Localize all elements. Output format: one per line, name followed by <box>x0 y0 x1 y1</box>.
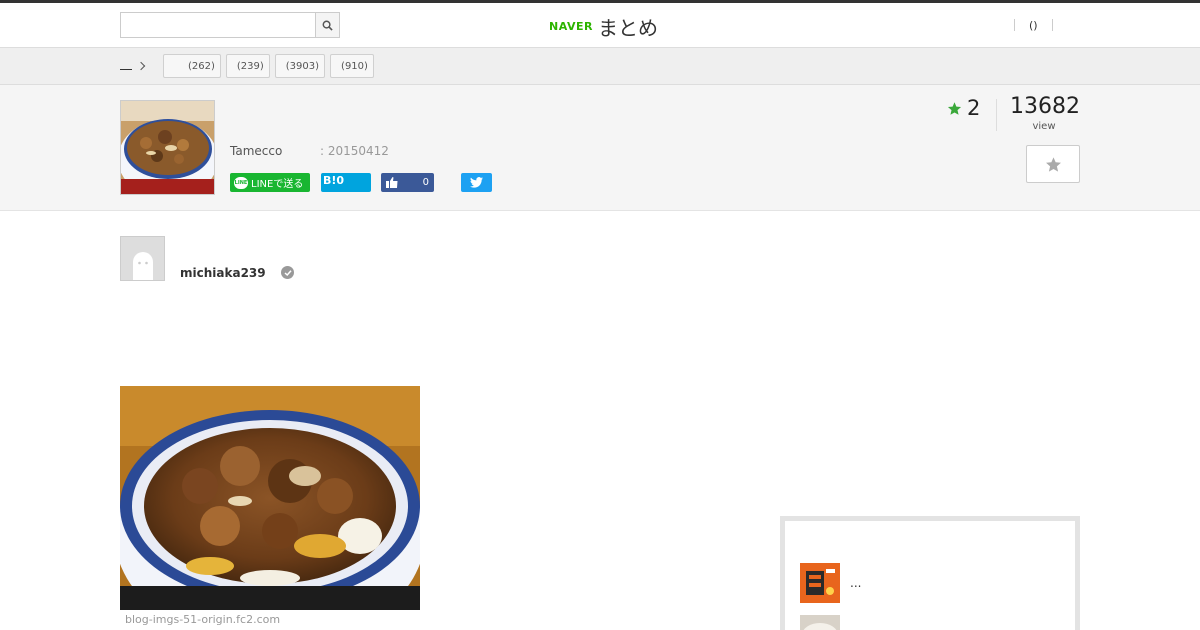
curator-name[interactable]: michiaka239 <box>180 266 266 280</box>
star-icon <box>947 101 962 115</box>
tag-list: (262) (239) (3903) (910) <box>163 54 374 78</box>
verified-icon <box>281 266 294 279</box>
tag-item[interactable]: (262) <box>163 54 221 78</box>
twitter-share-button[interactable] <box>461 173 492 192</box>
facebook-like-button[interactable]: 0 <box>381 173 434 192</box>
star-icon <box>1045 156 1061 172</box>
default-avatar-icon <box>132 252 153 280</box>
search-button[interactable] <box>315 12 340 38</box>
related-item-thumbnail <box>800 563 840 603</box>
hatena-count: 0 <box>336 174 345 187</box>
related-item[interactable]: ... <box>800 563 1060 603</box>
view-count: 13682 <box>1010 94 1080 119</box>
line-share-button[interactable]: LINE LINEで送る <box>230 173 310 192</box>
article-author[interactable]: Tamecco <box>230 144 282 158</box>
article-date: : 20150412 <box>320 144 389 158</box>
twitter-bird-icon <box>470 177 483 188</box>
article-thumbnail <box>120 100 215 195</box>
breadcrumb-home[interactable] <box>120 59 146 70</box>
line-share-label: LINEで送る <box>251 179 304 190</box>
gyudon-image <box>120 386 420 610</box>
related-item[interactable] <box>800 615 1060 630</box>
article-header: Tamecco : 20150412 LINE LINEで送る B! 0 0 2… <box>0 85 1200 211</box>
view-label: view <box>1032 121 1056 132</box>
divider <box>1051 19 1053 31</box>
thumbs-up-icon <box>386 177 398 188</box>
curator-avatar[interactable] <box>120 236 165 281</box>
logo-naver: NAVER <box>549 19 593 33</box>
favorite-count-value: 2 <box>967 96 981 120</box>
breadcrumb-home-link[interactable] <box>120 69 132 70</box>
tag-item[interactable]: (239) <box>225 54 270 78</box>
breadcrumb-bar: (262) (239) (3903) (910) <box>0 48 1200 85</box>
related-item-thumbnail <box>800 615 840 630</box>
favorite-count: 2 <box>947 96 980 120</box>
search-input[interactable] <box>120 12 316 38</box>
line-icon: LINE <box>234 176 248 189</box>
add-favorite-button[interactable] <box>1026 145 1080 183</box>
site-header: NAVER まとめ () <box>0 3 1200 48</box>
hatena-bookmark-button[interactable]: B! 0 <box>321 173 371 192</box>
tag-item[interactable]: (910) <box>330 54 374 78</box>
tag-item[interactable]: (3903) <box>274 54 326 78</box>
related-item-title: ... <box>850 576 862 590</box>
site-logo[interactable]: NAVER まとめ <box>549 11 658 41</box>
divider <box>996 99 997 131</box>
logo-matome: まとめ <box>597 15 658 40</box>
image-source-link[interactable]: blog-imgs-51-origin.fc2.com <box>125 613 280 626</box>
chevron-right-icon <box>136 61 146 70</box>
related-matome-box: ... <box>780 516 1080 630</box>
header-login-link[interactable]: () <box>1015 19 1052 32</box>
facebook-like-count: 0 <box>422 177 429 188</box>
search-icon <box>322 20 333 31</box>
hatena-icon: B! <box>323 174 337 187</box>
header-user-links: () <box>1014 17 1053 33</box>
